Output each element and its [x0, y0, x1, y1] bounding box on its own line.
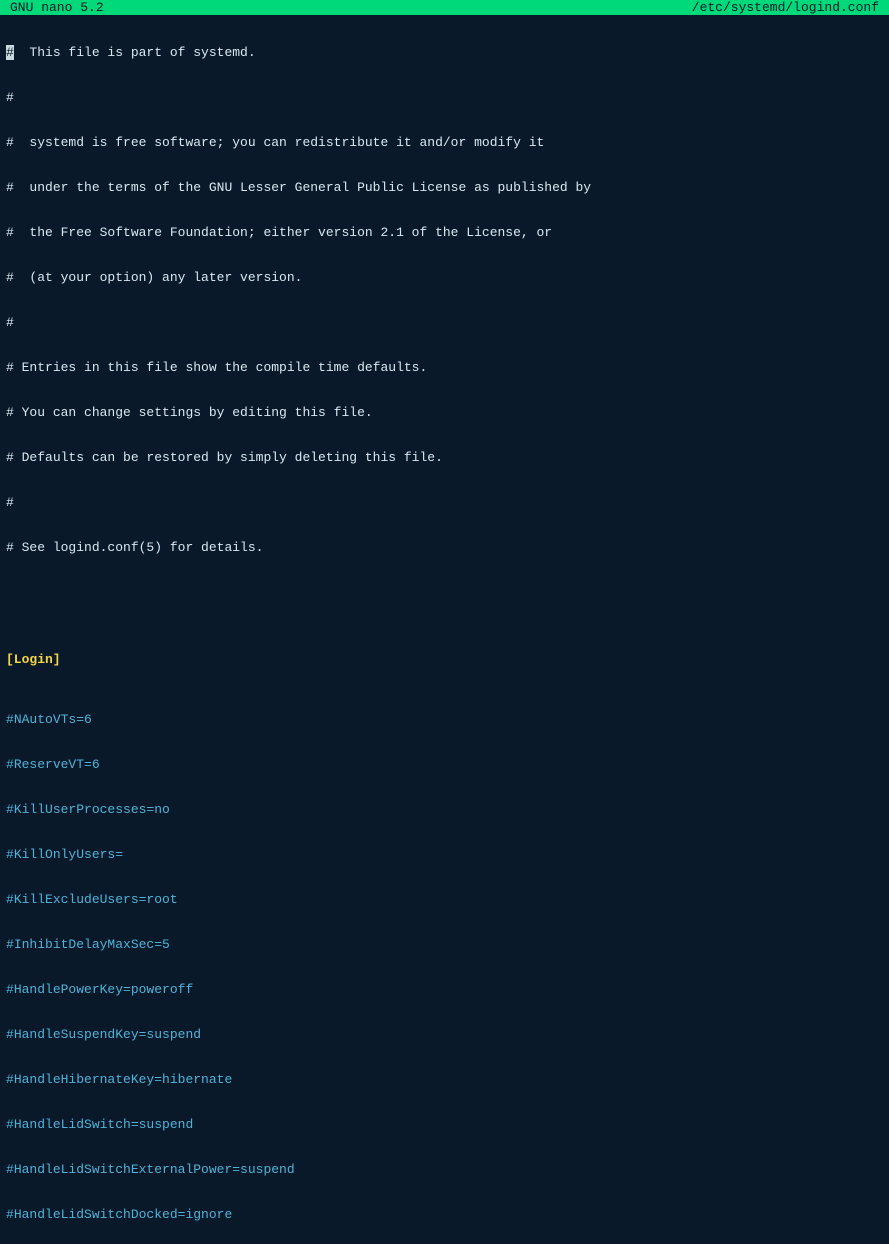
- config-line[interactable]: #HandleLidSwitch=suspend: [6, 1117, 883, 1132]
- hash: #: [6, 315, 14, 330]
- hash: #: [6, 757, 14, 772]
- comment-text: systemd is free software; you can redist…: [14, 135, 545, 150]
- comment-text: You can change settings by editing this …: [14, 405, 373, 420]
- config-entry: HandleLidSwitchDocked=ignore: [14, 1207, 232, 1222]
- section-header[interactable]: [Login]: [6, 652, 883, 667]
- hash: #: [6, 405, 14, 420]
- comment-text: under the terms of the GNU Lesser Genera…: [14, 180, 591, 195]
- file-line[interactable]: #: [6, 495, 883, 510]
- config-entry: HandleHibernateKey=hibernate: [14, 1072, 232, 1087]
- hash: #: [6, 495, 14, 510]
- file-line[interactable]: #: [6, 90, 883, 105]
- config-entry: KillExcludeUsers=root: [14, 892, 178, 907]
- config-line[interactable]: #HandleLidSwitchDocked=ignore: [6, 1207, 883, 1222]
- hash: #: [6, 135, 14, 150]
- config-entry: NAutoVTs=6: [14, 712, 92, 727]
- config-line[interactable]: #KillUserProcesses=no: [6, 802, 883, 817]
- hash: #: [6, 180, 14, 195]
- config-entry: ReserveVT=6: [14, 757, 100, 772]
- file-line[interactable]: # (at your option) any later version.: [6, 270, 883, 285]
- config-line[interactable]: #NAutoVTs=6: [6, 712, 883, 727]
- comment-text: Defaults can be restored by simply delet…: [14, 450, 443, 465]
- config-entry: KillUserProcesses=no: [14, 802, 170, 817]
- file-line[interactable]: # See logind.conf(5) for details.: [6, 540, 883, 555]
- config-entry: HandleLidSwitch=suspend: [14, 1117, 193, 1132]
- file-line[interactable]: # systemd is free software; you can redi…: [6, 135, 883, 150]
- hash: #: [6, 540, 14, 555]
- file-line[interactable]: # Defaults can be restored by simply del…: [6, 450, 883, 465]
- hash: #: [6, 892, 14, 907]
- hash: #: [6, 847, 14, 862]
- comment-text: This file is part of systemd.: [14, 45, 256, 60]
- config-entry: HandleSuspendKey=suspend: [14, 1027, 201, 1042]
- hash: #: [6, 937, 14, 952]
- editor-content[interactable]: # This file is part of systemd. # # syst…: [0, 15, 889, 1244]
- hash: #: [6, 982, 14, 997]
- config-entry: HandlePowerKey=poweroff: [14, 982, 193, 997]
- hash: #: [6, 225, 14, 240]
- file-path: /etc/systemd/logind.conf: [692, 0, 883, 15]
- hash: #: [6, 802, 14, 817]
- section-login: [Login]: [6, 652, 61, 667]
- config-line[interactable]: #HandleSuspendKey=suspend: [6, 1027, 883, 1042]
- cursor-hash: #: [6, 45, 14, 60]
- file-line[interactable]: #: [6, 315, 883, 330]
- hash: #: [6, 1207, 14, 1222]
- config-entry: InhibitDelayMaxSec=5: [14, 937, 170, 952]
- hash: #: [6, 270, 14, 285]
- hash: #: [6, 1072, 14, 1087]
- hash: #: [6, 712, 14, 727]
- comment-text: the Free Software Foundation; either ver…: [14, 225, 552, 240]
- config-line[interactable]: #HandleLidSwitchExternalPower=suspend: [6, 1162, 883, 1177]
- comment-text: (at your option) any later version.: [14, 270, 303, 285]
- hash: #: [6, 360, 14, 375]
- file-line[interactable]: # under the terms of the GNU Lesser Gene…: [6, 180, 883, 195]
- blank-line: [6, 600, 883, 607]
- file-line[interactable]: # the Free Software Foundation; either v…: [6, 225, 883, 240]
- config-entry: KillOnlyUsers=: [14, 847, 123, 862]
- file-line[interactable]: # You can change settings by editing thi…: [6, 405, 883, 420]
- config-line[interactable]: #HandlePowerKey=poweroff: [6, 982, 883, 997]
- config-line[interactable]: #ReserveVT=6: [6, 757, 883, 772]
- hash: #: [6, 1117, 14, 1132]
- hash: #: [6, 1027, 14, 1042]
- file-line[interactable]: # This file is part of systemd.: [6, 45, 883, 60]
- hash: #: [6, 1162, 14, 1177]
- editor-header: GNU nano 5.2 /etc/systemd/logind.conf: [0, 0, 889, 15]
- config-line[interactable]: #HandleHibernateKey=hibernate: [6, 1072, 883, 1087]
- app-name: GNU nano 5.2: [6, 0, 104, 15]
- config-entry: HandleLidSwitchExternalPower=suspend: [14, 1162, 295, 1177]
- file-line[interactable]: # Entries in this file show the compile …: [6, 360, 883, 375]
- comment-text: See logind.conf(5) for details.: [14, 540, 264, 555]
- hash: #: [6, 90, 14, 105]
- hash: #: [6, 450, 14, 465]
- config-line[interactable]: #KillOnlyUsers=: [6, 847, 883, 862]
- config-line[interactable]: #KillExcludeUsers=root: [6, 892, 883, 907]
- config-line[interactable]: #InhibitDelayMaxSec=5: [6, 937, 883, 952]
- comment-text: Entries in this file show the compile ti…: [14, 360, 427, 375]
